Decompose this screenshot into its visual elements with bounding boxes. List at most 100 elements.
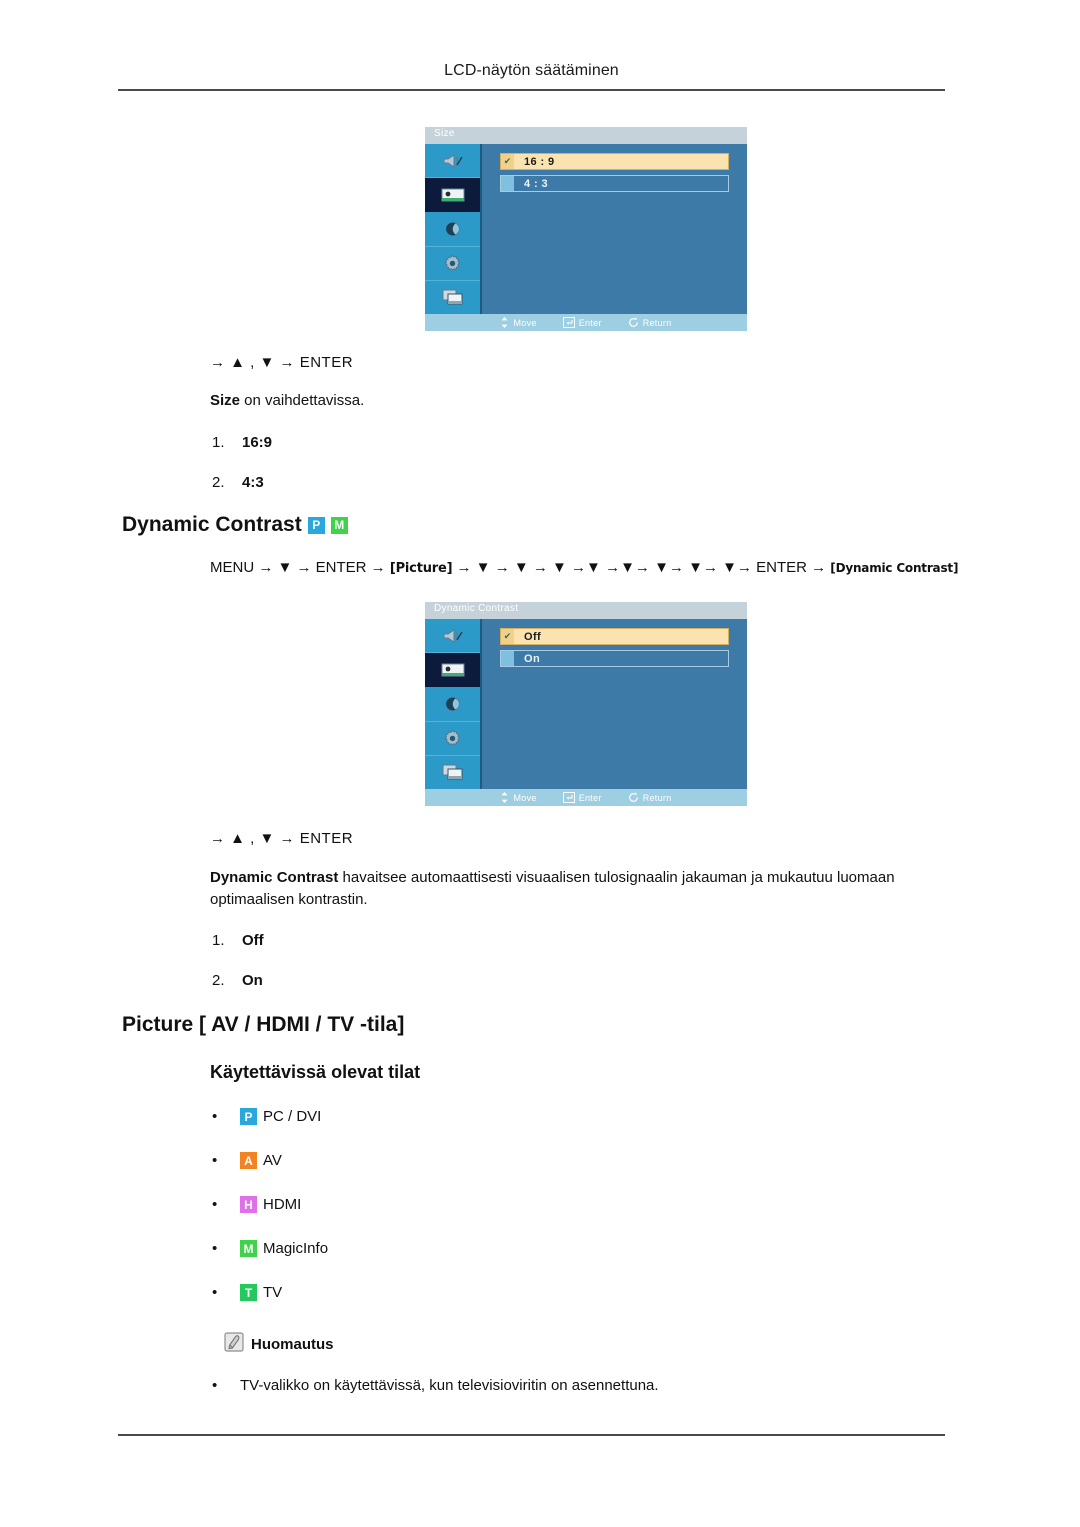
osd-hint-enter: Enter bbox=[562, 317, 602, 328]
multi-display-icon bbox=[441, 763, 465, 782]
move-icon bbox=[500, 792, 509, 803]
mode-label: HDMI bbox=[263, 1196, 302, 1213]
header-rule bbox=[118, 89, 945, 91]
bullet-icon: • bbox=[212, 1284, 218, 1301]
size-description: Size on vaihdettavissa. bbox=[210, 390, 364, 412]
osd-body: ✔ Off ✔ On bbox=[425, 619, 747, 789]
dc-description-bold: Dynamic Contrast bbox=[210, 869, 339, 886]
bullet-icon: • bbox=[212, 1196, 218, 1213]
osd-options-panel: ✔ 16 : 9 ✔ 4 : 3 bbox=[482, 144, 747, 314]
osd-screenshot-dynamic-contrast: Dynamic Contrast ✔ Off On Move Enter Ret… bbox=[425, 602, 747, 806]
osd-body: ✔ 16 : 9 ✔ 4 : 3 bbox=[425, 144, 747, 314]
list-number: 1. bbox=[212, 932, 225, 949]
magicinfo-badge-icon: M bbox=[240, 1240, 257, 1257]
dynamic-contrast-description: Dynamic Contrast havaitsee automaattises… bbox=[210, 867, 962, 911]
checkmark-icon: ✔ bbox=[501, 651, 514, 666]
size-list-item: 1. 16:9 bbox=[212, 434, 272, 451]
sidebar-item-picture[interactable] bbox=[425, 653, 480, 688]
osd-screenshot-size: Size ✔ 16: 9 4: 3 Move Enter Return bbox=[425, 127, 747, 331]
sidebar-item-setup[interactable] bbox=[425, 247, 480, 281]
osd-option-row[interactable]: ✔ Off bbox=[500, 628, 729, 645]
moon-icon bbox=[444, 220, 462, 238]
osd-titlebar: Size bbox=[425, 127, 747, 144]
dynamic-contrast-menu-path: MENU → ▼ → ENTER → [Picture] → ▼ → ▼ → ▼… bbox=[210, 557, 980, 580]
mode-label: MagicInfo bbox=[263, 1240, 329, 1257]
osd-hint-enter: Enter bbox=[562, 792, 602, 803]
checkmark-icon: ✔ bbox=[501, 154, 514, 169]
list-number: 2. bbox=[212, 972, 225, 989]
dc-list-item: 2. On bbox=[212, 972, 263, 989]
note-title: Huomautus bbox=[251, 1335, 334, 1353]
note-header: Huomautus bbox=[224, 1332, 334, 1356]
dc-list-item: 1. Off bbox=[212, 932, 264, 949]
return-icon bbox=[628, 792, 639, 803]
tv-badge-icon: T bbox=[240, 1284, 257, 1301]
osd-sidebar bbox=[425, 144, 482, 314]
menu-path-middle: → ▼ → ▼ → ▼ →▼ →▼→ ▼→ ▼→ ▼→ ENTER → bbox=[452, 559, 831, 576]
list-label: Off bbox=[242, 932, 264, 949]
osd-option-row[interactable]: ✔ On bbox=[500, 650, 729, 667]
size-list-item: 2. 4:3 bbox=[212, 474, 264, 491]
pc-dvi-badge-icon: P bbox=[240, 1108, 257, 1125]
mode-label: TV bbox=[263, 1284, 283, 1301]
note-icon bbox=[224, 1332, 244, 1356]
osd-titlebar: Dynamic Contrast bbox=[425, 602, 747, 619]
sidebar-item-multi-display[interactable] bbox=[425, 281, 480, 314]
checkmark-icon: ✔ bbox=[501, 629, 514, 644]
multi-display-icon bbox=[441, 288, 465, 307]
picture-icon bbox=[440, 661, 466, 679]
list-label: On bbox=[242, 972, 263, 989]
move-icon bbox=[500, 317, 509, 328]
mode-av: • A AV bbox=[212, 1152, 282, 1169]
av-badge-icon: A bbox=[240, 1152, 257, 1169]
return-icon bbox=[628, 317, 639, 328]
sidebar-item-setup[interactable] bbox=[425, 722, 480, 756]
dynamic-contrast-nav-line: → ▲ , ▼ → ENTER bbox=[210, 830, 354, 847]
sidebar-item-speaker[interactable] bbox=[425, 144, 480, 179]
osd-option-label: 16 : 9 bbox=[524, 155, 555, 168]
list-number: 2. bbox=[212, 474, 225, 491]
osd-hint-return: Return bbox=[628, 317, 672, 328]
sidebar-item-multi-display[interactable] bbox=[425, 756, 480, 789]
mode-label: AV bbox=[263, 1152, 282, 1169]
moon-icon bbox=[444, 695, 462, 713]
size-description-bold: Size bbox=[210, 392, 241, 409]
sidebar-item-moon[interactable] bbox=[425, 212, 480, 247]
sidebar-item-picture[interactable] bbox=[425, 178, 480, 213]
osd-hint-label: Return bbox=[642, 792, 672, 803]
sidebar-item-speaker[interactable] bbox=[425, 619, 480, 654]
magicinfo-mode-badge: M bbox=[330, 516, 348, 534]
list-number: 1. bbox=[212, 434, 225, 451]
menu-path-tag-dynamic-contrast: [Dynamic Contrast] bbox=[830, 561, 959, 575]
osd-hint-label: Enter bbox=[578, 317, 602, 328]
gear-icon bbox=[443, 729, 462, 748]
speaker-icon bbox=[441, 627, 465, 645]
osd-hint-label: Move bbox=[513, 792, 537, 803]
osd-footer: Move Enter Return bbox=[425, 314, 747, 331]
enter-icon bbox=[562, 792, 575, 803]
osd-title: Dynamic Contrast bbox=[434, 603, 519, 614]
sidebar-item-moon[interactable] bbox=[425, 687, 480, 722]
footer-rule bbox=[118, 1434, 945, 1436]
picture-subheading: Käytettävissä olevat tilat bbox=[210, 1062, 421, 1082]
menu-path-tag-picture: [Picture] bbox=[389, 561, 453, 576]
osd-title: Size bbox=[434, 128, 455, 139]
picture-icon bbox=[440, 186, 466, 204]
dynamic-contrast-heading: Dynamic Contrast PM bbox=[122, 513, 348, 537]
note-list-item: • TV-valikko on käytettävissä, kun telev… bbox=[212, 1377, 659, 1394]
mode-magicinfo: • M MagicInfo bbox=[212, 1240, 328, 1257]
checkmark-icon: ✔ bbox=[501, 176, 514, 191]
page-running-header: LCD-näytön säätäminen bbox=[444, 62, 619, 79]
hdmi-badge-icon: H bbox=[240, 1196, 257, 1213]
mode-tv: • T TV bbox=[212, 1284, 282, 1301]
osd-option-row[interactable]: ✔ 16 : 9 bbox=[500, 153, 729, 170]
osd-sidebar bbox=[425, 619, 482, 789]
osd-hint-label: Move bbox=[513, 317, 537, 328]
gear-icon bbox=[443, 254, 462, 273]
osd-option-row[interactable]: ✔ 4 : 3 bbox=[500, 175, 729, 192]
osd-option-label: Off bbox=[524, 630, 542, 643]
bullet-icon: • bbox=[212, 1240, 218, 1257]
osd-option-label: 4 : 3 bbox=[524, 177, 549, 190]
pc-dvi-mode-badge: P bbox=[307, 516, 325, 534]
dynamic-contrast-heading-text: Dynamic Contrast bbox=[122, 513, 302, 536]
